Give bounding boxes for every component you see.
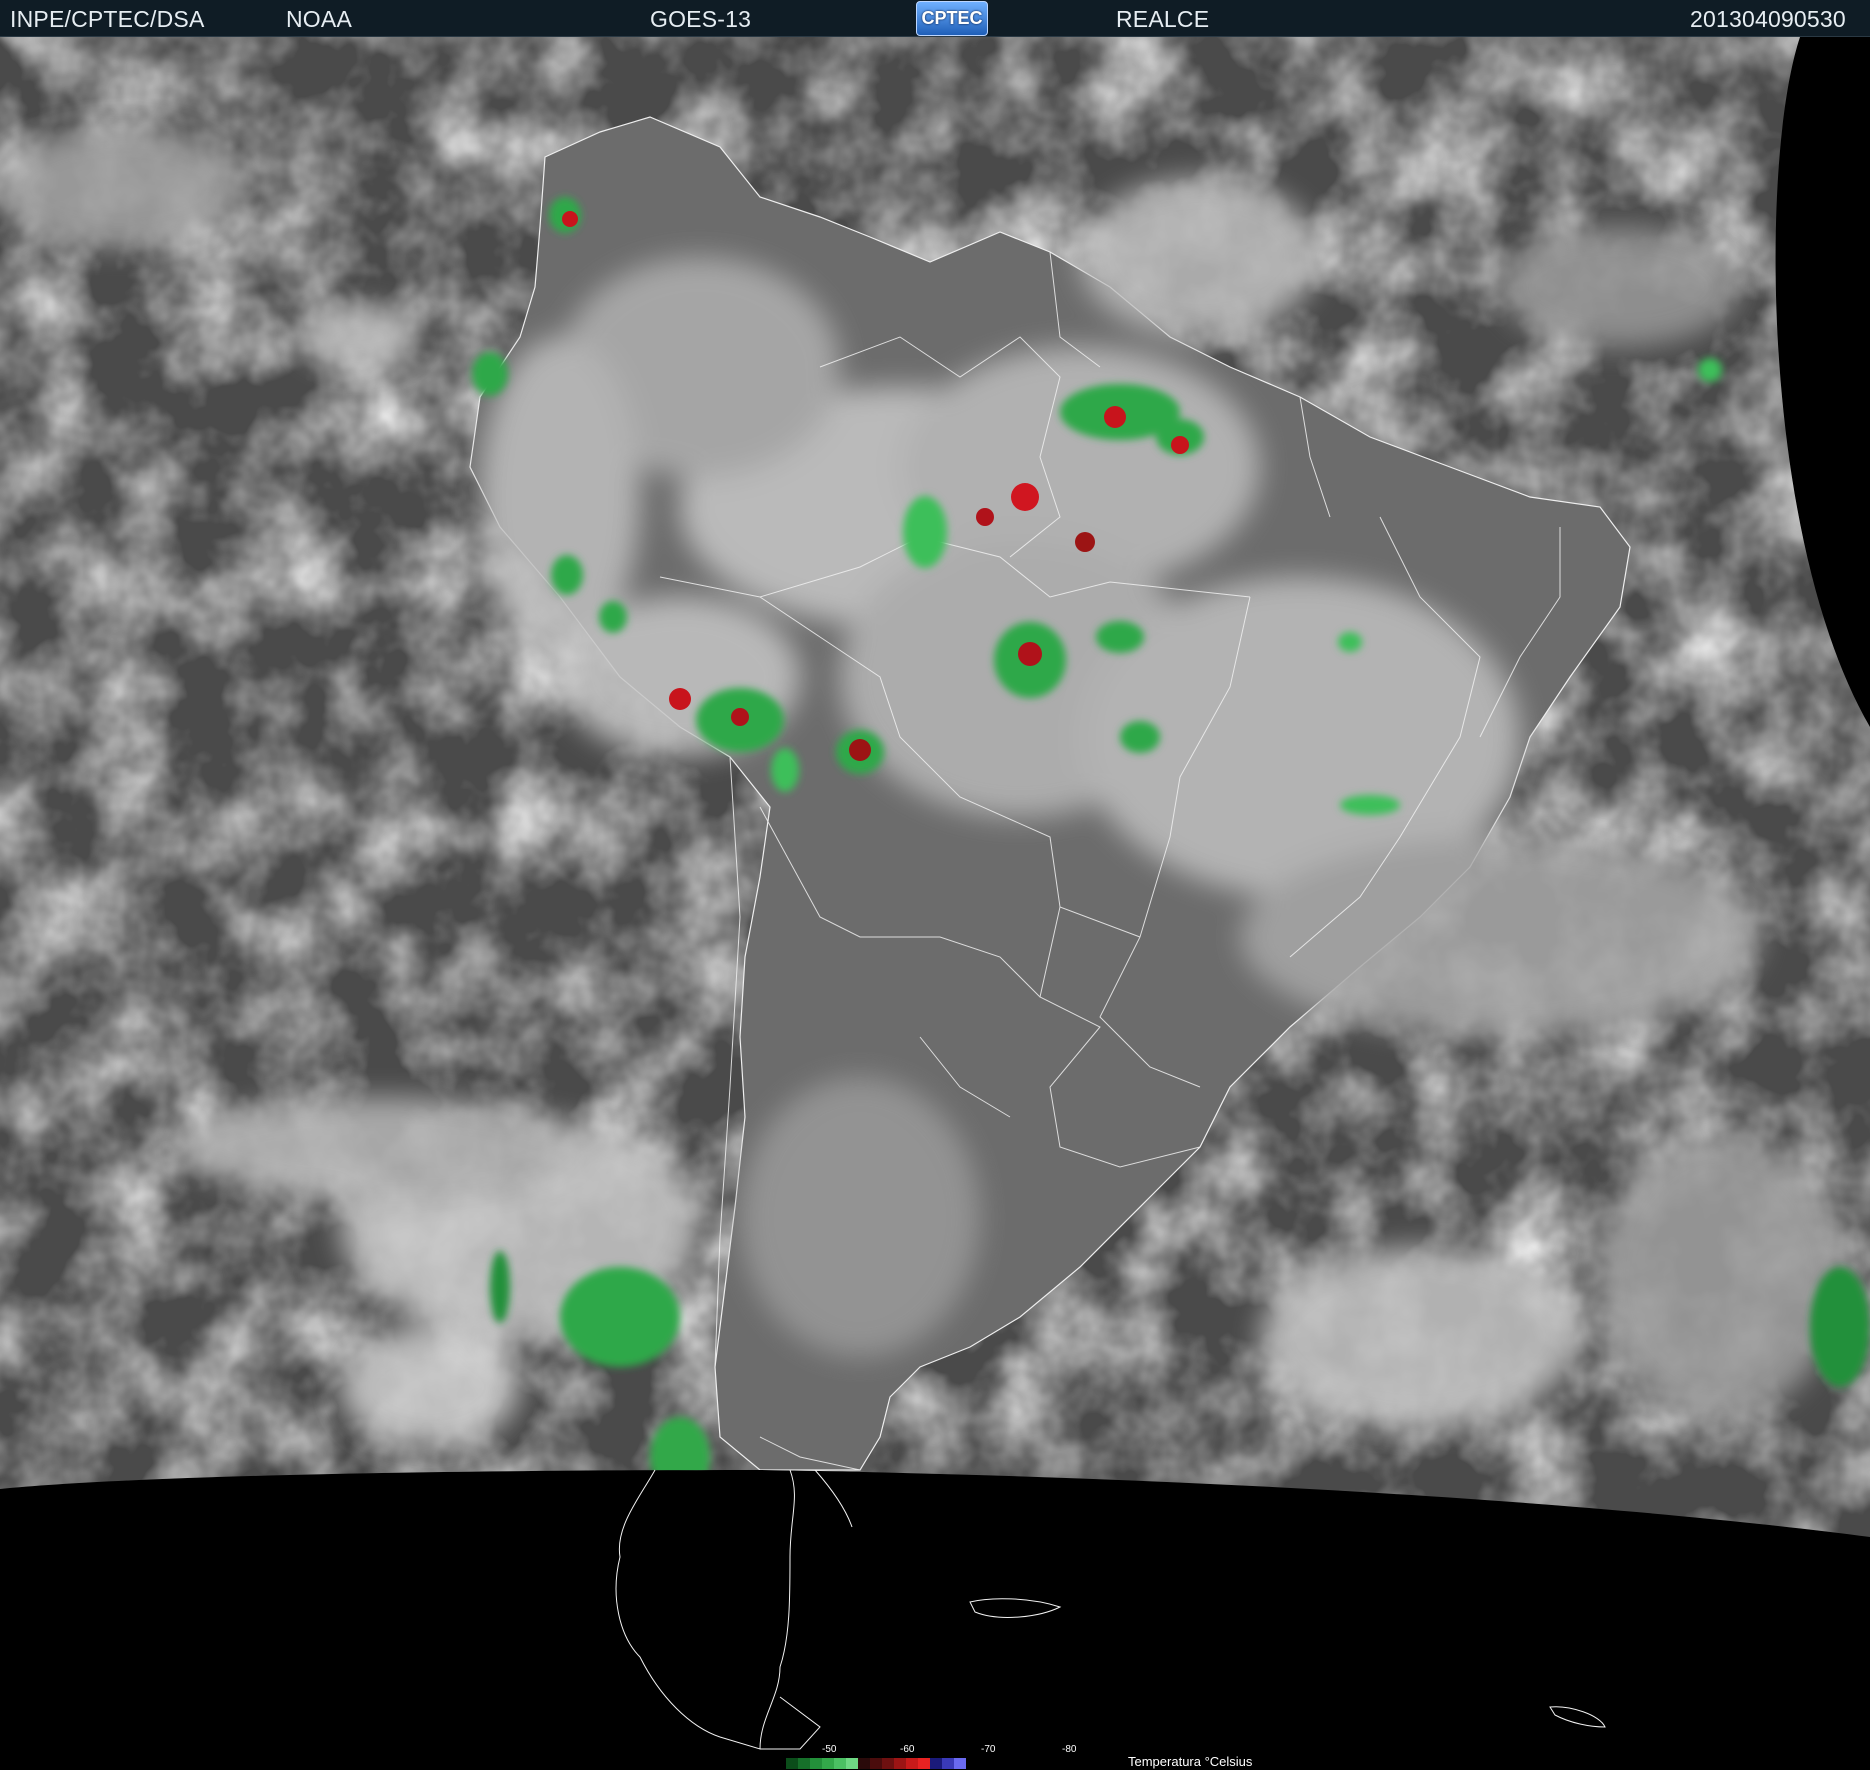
storm-cell xyxy=(1120,721,1160,753)
temperature-legend: -50 -60 -70 -80 Temperatura °Celsius xyxy=(786,1744,1256,1770)
legend-swatch xyxy=(870,1758,882,1769)
satellite-image xyxy=(0,37,1870,1770)
legend-swatch xyxy=(834,1758,846,1769)
storm-cell xyxy=(1340,795,1400,815)
legend-swatch xyxy=(918,1758,930,1769)
earth-disk xyxy=(0,37,1870,1537)
storm-cell xyxy=(599,601,627,633)
product-label: REALCE xyxy=(1116,6,1210,32)
legend-swatch xyxy=(810,1758,822,1769)
storm-cell xyxy=(771,748,799,792)
storm-core xyxy=(1104,406,1126,428)
legend-swatch xyxy=(942,1758,954,1769)
storm-core xyxy=(1018,642,1042,666)
legend-title: Temperatura °Celsius xyxy=(1128,1754,1253,1769)
legend-tick: -50 xyxy=(822,1744,837,1755)
storm-core xyxy=(562,211,578,227)
storm-cell xyxy=(472,352,508,396)
legend-swatch xyxy=(954,1758,966,1769)
storm-cell xyxy=(903,496,947,568)
storm-cell xyxy=(1096,621,1144,653)
satellite-map xyxy=(0,37,1870,1770)
storm-core xyxy=(731,708,749,726)
legend-swatch xyxy=(822,1758,834,1769)
legend-swatch xyxy=(858,1758,870,1769)
timestamp-label: 201304090530 xyxy=(1690,6,1846,32)
storm-cell xyxy=(560,1267,680,1367)
legend-tick: -60 xyxy=(900,1744,915,1755)
legend-tick: -80 xyxy=(1062,1744,1077,1755)
legend-swatch xyxy=(846,1758,858,1769)
storm-cell xyxy=(490,1251,510,1323)
agency-label: NOAA xyxy=(286,6,352,32)
storm-core xyxy=(669,688,691,710)
storm-core xyxy=(849,739,871,761)
header-bar: INPE/CPTEC/DSA NOAA GOES-13 CPTEC REALCE… xyxy=(0,0,1870,37)
storm-cell xyxy=(1338,632,1362,652)
storm-core xyxy=(1171,436,1189,454)
storm-core xyxy=(976,508,994,526)
cptec-logo: CPTEC xyxy=(916,1,988,36)
storm-cell xyxy=(1810,1267,1870,1387)
satellite-label: GOES-13 xyxy=(650,6,752,32)
legend-swatch xyxy=(786,1758,798,1769)
storm-core xyxy=(1011,483,1039,511)
legend-swatch xyxy=(930,1758,942,1769)
storm-core xyxy=(1075,532,1095,552)
org-label: INPE/CPTEC/DSA xyxy=(10,6,205,32)
storm-cell xyxy=(551,555,583,595)
legend-swatch xyxy=(894,1758,906,1769)
legend-tick: -70 xyxy=(981,1744,996,1755)
legend-swatch xyxy=(798,1758,810,1769)
storm-cell xyxy=(1698,358,1722,382)
legend-swatch xyxy=(906,1758,918,1769)
legend-color-bar xyxy=(786,1758,966,1769)
legend-swatch xyxy=(882,1758,894,1769)
